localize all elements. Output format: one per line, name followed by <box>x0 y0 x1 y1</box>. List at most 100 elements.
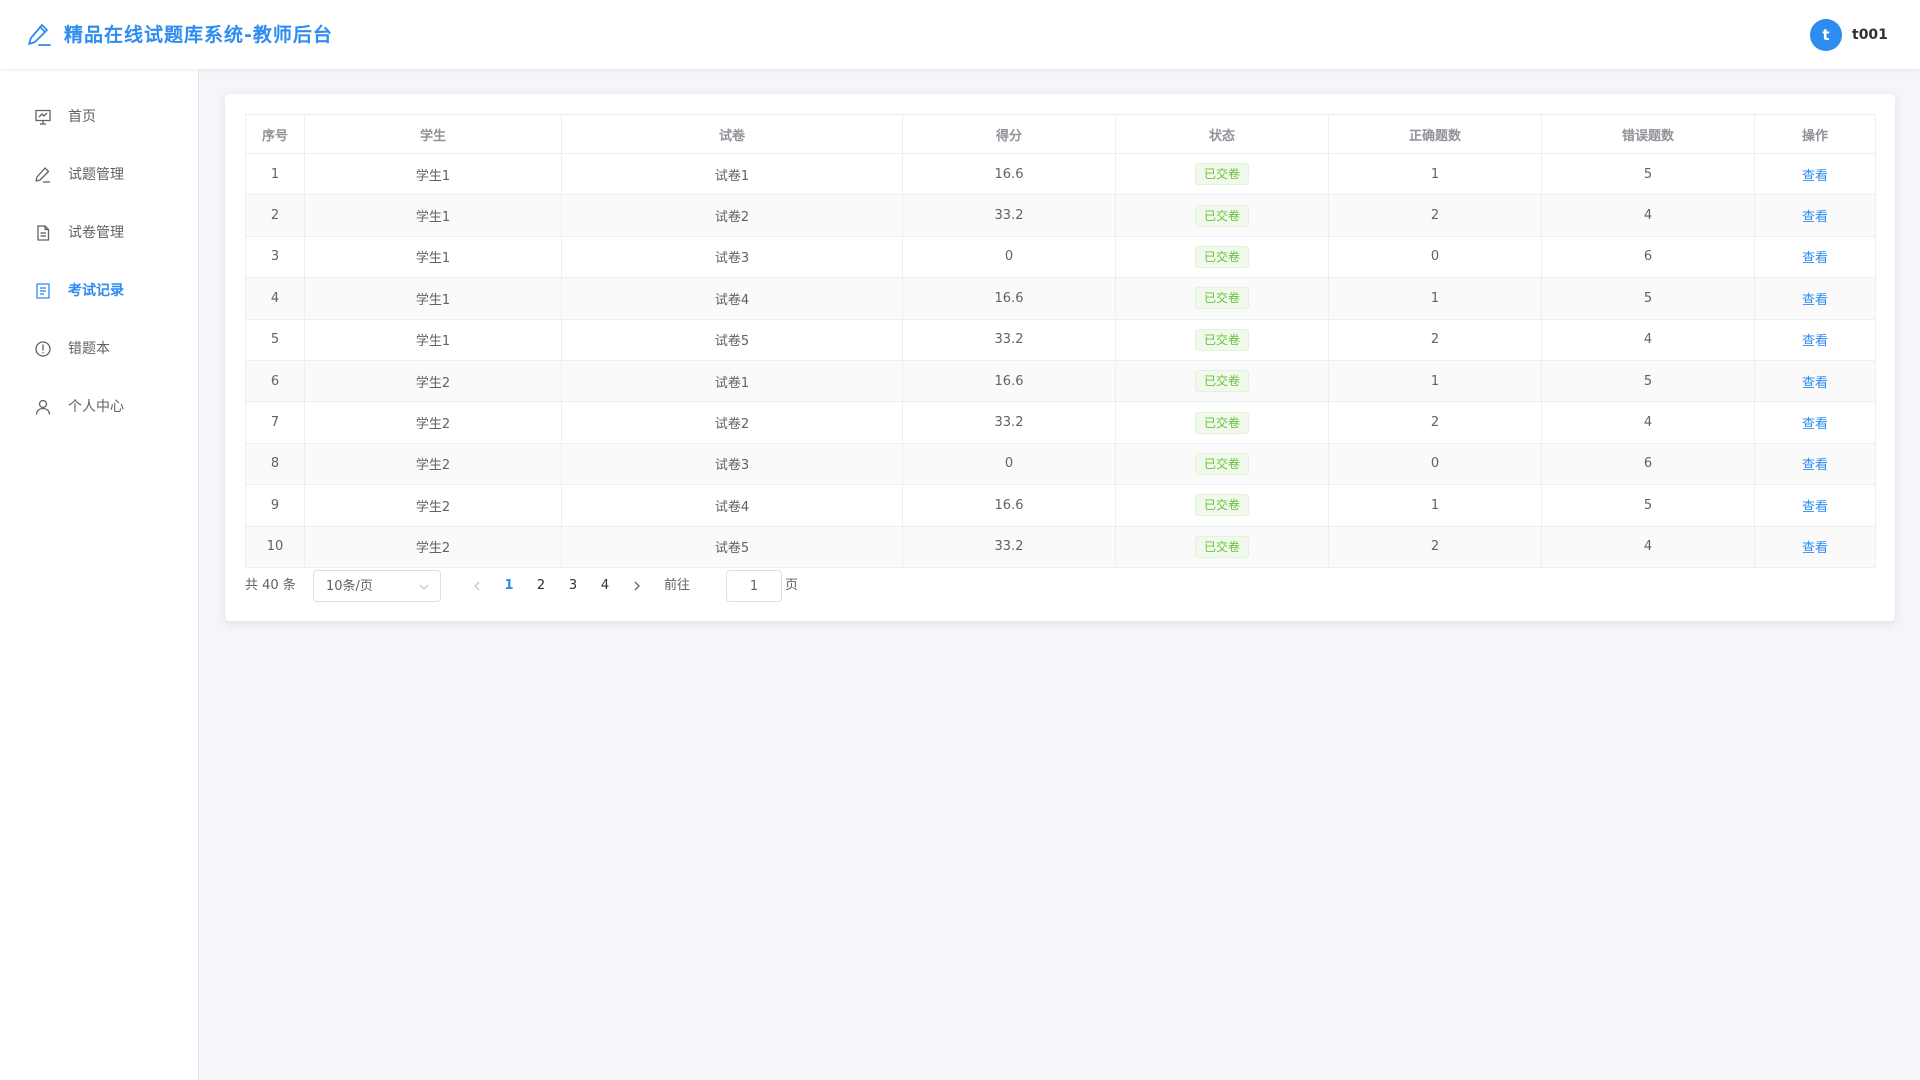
correct-count-cell: 0 <box>1328 235 1542 279</box>
sidebar-item-exam-records[interactable]: 考试记录 <box>0 269 198 313</box>
status-cell: 已交卷 <box>1115 359 1329 403</box>
wrong-count-cell: 5 <box>1541 152 1755 196</box>
page-number[interactable]: 1 <box>499 577 519 595</box>
user-icon <box>34 398 52 416</box>
prev-page-icon[interactable] <box>471 580 483 592</box>
sidebar-item-label: 考试记录 <box>68 283 124 299</box>
page-number[interactable]: 2 <box>531 577 551 595</box>
wrong-count-cell: 6 <box>1541 235 1755 279</box>
status-cell: 已交卷 <box>1115 235 1329 279</box>
sidebar-item-question-management[interactable]: 试题管理 <box>0 153 198 197</box>
wrong-count-cell: 4 <box>1541 318 1755 361</box>
table-row[interactable]: 8 学生2 试卷3 0 已交卷 0 6 查看 <box>245 442 1876 486</box>
top-header: 精品在线试题库系统-教师后台 t t001 <box>0 0 1920 69</box>
paper-cell: 试卷1 <box>561 152 903 196</box>
goto-page-input[interactable] <box>726 570 782 602</box>
sidebar-item-label: 错题本 <box>68 341 110 357</box>
table-row[interactable]: 10 学生2 试卷5 33.2 已交卷 2 4 查看 <box>245 525 1876 568</box>
view-button[interactable]: 查看 <box>1802 210 1828 225</box>
view-button[interactable]: 查看 <box>1802 334 1828 349</box>
paper-cell: 试卷4 <box>561 277 903 320</box>
table-row[interactable]: 5 学生1 试卷5 33.2 已交卷 2 4 查看 <box>245 318 1876 361</box>
status-badge: 已交卷 <box>1194 287 1249 310</box>
column-header: 状态 <box>1115 114 1329 154</box>
pencil-logo-icon <box>26 22 52 48</box>
column-header: 序号 <box>245 114 305 154</box>
score-cell: 16.6 <box>902 152 1116 196</box>
action-cell: 查看 <box>1754 484 1876 527</box>
student-cell: 学生2 <box>304 359 562 403</box>
action-cell: 查看 <box>1754 318 1876 361</box>
sidebar-item-wrong-book[interactable]: 错题本 <box>0 327 198 371</box>
row-index-cell: 8 <box>245 442 305 486</box>
table-row[interactable]: 4 学生1 试卷4 16.6 已交卷 1 5 查看 <box>245 277 1876 320</box>
table-row[interactable]: 2 学生1 试卷2 33.2 已交卷 2 4 查看 <box>245 194 1876 237</box>
list-document-icon <box>34 282 52 300</box>
next-page-icon[interactable] <box>631 580 643 592</box>
sidebar-item-paper-management[interactable]: 试卷管理 <box>0 211 198 255</box>
row-index-cell: 7 <box>245 401 305 444</box>
row-index-cell: 1 <box>245 152 305 196</box>
pagination: 共 40 条 10条/页 1 2 3 4 前往 页 <box>245 570 1875 602</box>
action-cell: 查看 <box>1754 235 1876 279</box>
score-cell: 16.6 <box>902 359 1116 403</box>
score-cell: 16.6 <box>902 484 1116 527</box>
student-cell: 学生1 <box>304 152 562 196</box>
view-button[interactable]: 查看 <box>1802 417 1828 432</box>
wrong-count-cell: 4 <box>1541 525 1755 568</box>
table-row[interactable]: 7 学生2 试卷2 33.2 已交卷 2 4 查看 <box>245 401 1876 444</box>
goto-label: 前往 <box>664 578 691 593</box>
page-number[interactable]: 4 <box>595 577 615 595</box>
chevron-down-icon <box>418 581 430 593</box>
exam-records-table: 序号 学生 试卷 得分 状态 正确题数 错误题数 操作 1 学生1 试卷1 16.6 已… <box>245 114 1876 568</box>
status-badge: 已交卷 <box>1194 494 1249 517</box>
view-button[interactable]: 查看 <box>1802 376 1828 391</box>
action-cell: 查看 <box>1754 152 1876 196</box>
sidebar-item-label: 首页 <box>68 109 96 125</box>
student-cell: 学生2 <box>304 401 562 444</box>
correct-count-cell: 2 <box>1328 525 1542 568</box>
sidebar-item-profile[interactable]: 个人中心 <box>0 385 198 429</box>
view-button[interactable]: 查看 <box>1802 293 1828 308</box>
page-number[interactable]: 3 <box>563 577 583 595</box>
view-button[interactable]: 查看 <box>1802 500 1828 515</box>
view-button[interactable]: 查看 <box>1802 458 1828 473</box>
paper-cell: 试卷5 <box>561 525 903 568</box>
user-avatar[interactable]: t <box>1810 19 1842 51</box>
table-row[interactable]: 9 学生2 试卷4 16.6 已交卷 1 5 查看 <box>245 484 1876 527</box>
paper-cell: 试卷3 <box>561 235 903 279</box>
status-badge: 已交卷 <box>1194 411 1249 434</box>
status-badge: 已交卷 <box>1194 245 1249 268</box>
view-button[interactable]: 查看 <box>1802 541 1828 556</box>
student-cell: 学生1 <box>304 194 562 237</box>
table-row[interactable]: 6 学生2 试卷1 16.6 已交卷 1 5 查看 <box>245 359 1876 403</box>
view-button[interactable]: 查看 <box>1802 169 1828 184</box>
status-cell: 已交卷 <box>1115 442 1329 486</box>
student-cell: 学生2 <box>304 484 562 527</box>
status-badge: 已交卷 <box>1194 204 1249 227</box>
table-row[interactable]: 3 学生1 试卷3 0 已交卷 0 6 查看 <box>245 235 1876 279</box>
score-cell: 33.2 <box>902 318 1116 361</box>
sidebar-item-home[interactable]: 首页 <box>0 95 198 139</box>
status-badge: 已交卷 <box>1194 163 1249 186</box>
wrong-count-cell: 4 <box>1541 401 1755 444</box>
document-icon <box>34 224 52 242</box>
sidebar-item-label: 个人中心 <box>68 399 124 415</box>
correct-count-cell: 2 <box>1328 318 1542 361</box>
page-unit-label: 页 <box>785 578 799 593</box>
paper-cell: 试卷2 <box>561 401 903 444</box>
sidebar-item-label: 试卷管理 <box>68 225 124 241</box>
correct-count-cell: 2 <box>1328 401 1542 444</box>
row-index-cell: 5 <box>245 318 305 361</box>
view-button[interactable]: 查看 <box>1802 251 1828 266</box>
student-cell: 学生2 <box>304 525 562 568</box>
status-cell: 已交卷 <box>1115 194 1329 237</box>
column-header: 学生 <box>304 114 562 154</box>
paper-cell: 试卷4 <box>561 484 903 527</box>
exam-records-card: 序号 学生 试卷 得分 状态 正确题数 错误题数 操作 1 学生1 试卷1 16.6 已… <box>225 94 1895 621</box>
page-size-select[interactable]: 10条/页 <box>313 570 441 602</box>
username[interactable]: t001 <box>1852 24 1888 46</box>
table-row[interactable]: 1 学生1 试卷1 16.6 已交卷 1 5 查看 <box>245 152 1876 196</box>
status-cell: 已交卷 <box>1115 277 1329 320</box>
action-cell: 查看 <box>1754 277 1876 320</box>
